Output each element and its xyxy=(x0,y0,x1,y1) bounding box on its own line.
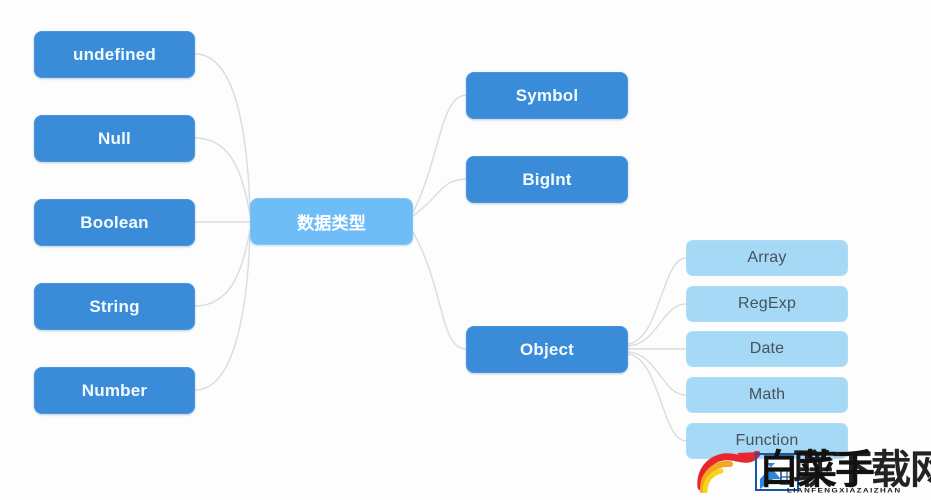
node-bigint[interactable]: BigInt xyxy=(466,156,628,203)
node-label: BigInt xyxy=(522,169,572,189)
node-label: Array xyxy=(747,249,787,266)
mindmap-canvas: undefined Null Boolean String Number 数据类… xyxy=(0,0,931,500)
node-label: Null xyxy=(98,128,131,148)
node-label: Symbol xyxy=(515,85,579,105)
node-undefined[interactable]: undefined xyxy=(34,31,195,78)
node-boolean[interactable]: Boolean xyxy=(34,199,195,246)
node-label: Date xyxy=(749,340,785,357)
node-label: String xyxy=(89,296,140,316)
node-date[interactable]: Date xyxy=(686,331,848,367)
node-math[interactable]: Math xyxy=(686,377,848,413)
node-object[interactable]: Object xyxy=(466,326,628,373)
node-label: Number xyxy=(81,380,148,400)
node-label: Boolean xyxy=(80,212,149,232)
node-symbol[interactable]: Symbol xyxy=(466,72,628,119)
node-number[interactable]: Number xyxy=(34,367,195,414)
node-label: undefined xyxy=(72,44,156,64)
node-root-data-types[interactable]: 数据类型 xyxy=(250,198,413,245)
node-regexp[interactable]: RegExp xyxy=(686,286,848,322)
node-label: Math xyxy=(748,386,786,403)
node-label: RegExp xyxy=(737,295,797,312)
node-string[interactable]: String xyxy=(34,283,195,330)
node-label: Object xyxy=(519,339,575,359)
node-label: 数据类型 xyxy=(297,214,366,233)
node-null[interactable]: Null xyxy=(34,115,195,162)
node-label: Function xyxy=(735,432,799,449)
node-function[interactable]: Function xyxy=(686,423,848,459)
node-array[interactable]: Array xyxy=(686,240,848,276)
watermark-pinyin: LIANFENGXIAZAIZHAN xyxy=(787,486,902,495)
